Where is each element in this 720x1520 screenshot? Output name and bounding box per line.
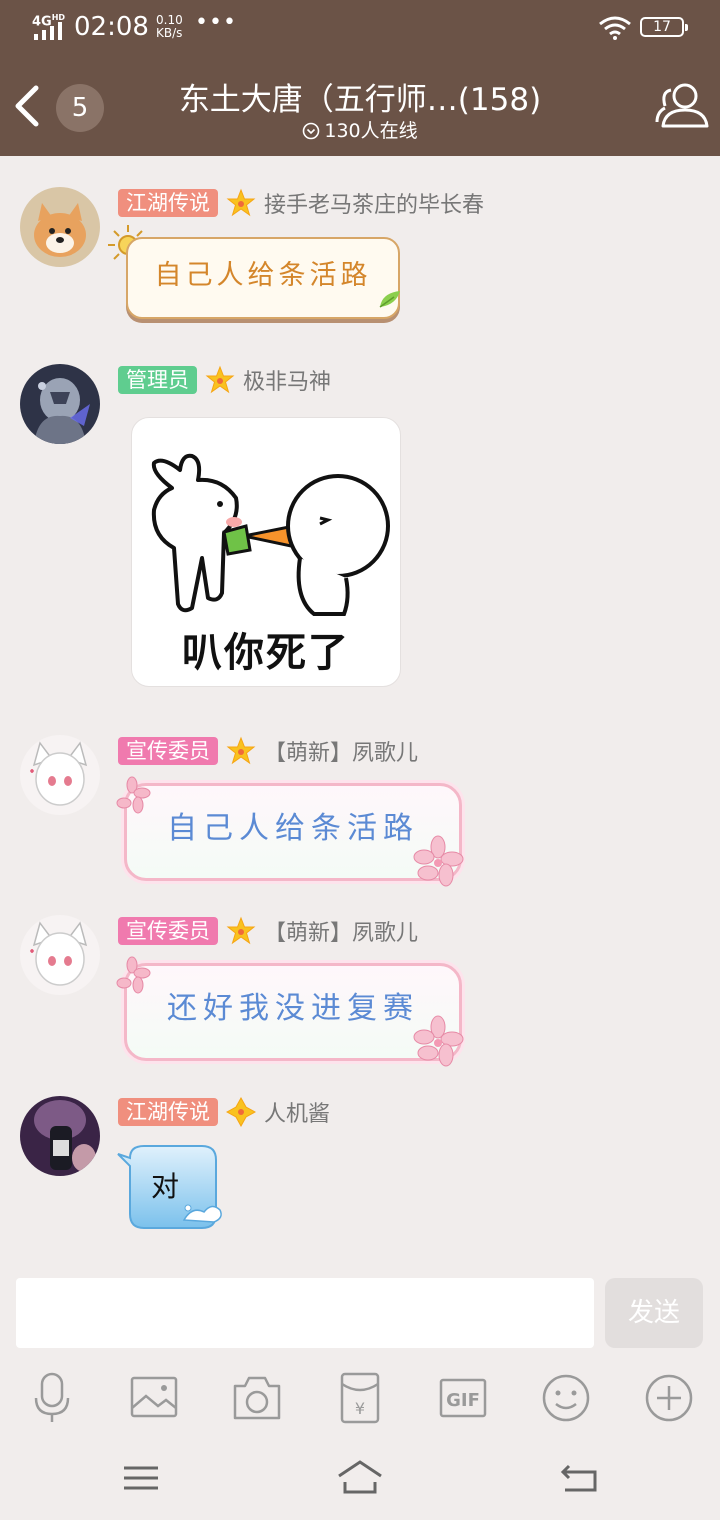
anime-catgirl-avatar <box>20 735 100 815</box>
message-meta: 宣传委员 【萌新】夙歌儿 <box>118 735 418 767</box>
unread-count-badge[interactable]: 5 <box>56 84 104 132</box>
message-text: 对 <box>150 1170 179 1203</box>
avatar[interactable] <box>20 1096 100 1176</box>
avatar[interactable] <box>20 915 100 995</box>
leaf-decoration-icon <box>379 291 400 308</box>
sender-name[interactable]: 【萌新】夙歌儿 <box>264 735 418 767</box>
camera-icon[interactable] <box>229 1370 285 1426</box>
message-input[interactable] <box>16 1278 594 1348</box>
menu-icon[interactable] <box>116 1456 166 1500</box>
member-title-badge: 江湖传说 <box>118 1098 218 1126</box>
message-meta: 江湖传说 接手老马茶庄的毕长春 <box>118 187 484 219</box>
avatar[interactable] <box>20 735 100 815</box>
member-title-badge: 宣传委员 <box>118 917 218 945</box>
more-notifications: ••• <box>195 10 237 35</box>
cherry-blossom-icon <box>116 956 151 994</box>
star-rank-icon <box>205 365 235 394</box>
message-bubble[interactable]: 还好我没进复赛 <box>112 955 464 1067</box>
chat-message: 管理员 极非马神 叭你死了 <box>0 364 720 694</box>
wifi-icon <box>599 16 631 40</box>
microphone-icon[interactable] <box>24 1370 80 1426</box>
svg-text:GIF: GIF <box>446 1390 480 1411</box>
network-speed: 0.10 KB/s <box>156 13 183 40</box>
svg-text:¥: ¥ <box>355 1399 365 1418</box>
back-arrow-icon[interactable] <box>10 82 50 130</box>
diamond-rank-icon <box>226 1097 256 1127</box>
avatar[interactable] <box>20 187 100 267</box>
chat-message: 宣传委员 【萌新】夙歌儿 还好我没进复赛 <box>0 915 720 1067</box>
home-icon[interactable] <box>335 1456 385 1500</box>
plus-icon[interactable] <box>641 1370 697 1426</box>
chat-message: 宣传委员 【萌新】夙歌儿 自己人给条活路 <box>0 735 720 887</box>
member-title-badge: 管理员 <box>118 366 197 394</box>
red-packet-icon[interactable]: ¥ <box>332 1370 388 1426</box>
signal-icon <box>34 22 62 40</box>
chat-message: 江湖传说 接手老马茶庄的毕长春 自己人给条活路 <box>0 187 720 327</box>
group-title[interactable]: 东土大唐（五行师…(158) <box>150 74 570 119</box>
message-bubble[interactable]: 自己人给条活路 <box>108 225 400 319</box>
chevron-down-circle-icon <box>303 122 320 140</box>
group-members-icon[interactable] <box>655 80 711 132</box>
back-icon[interactable] <box>555 1456 605 1500</box>
message-meta: 管理员 极非马神 <box>118 364 331 396</box>
message-meta: 江湖传说 人机酱 <box>118 1096 330 1128</box>
battery-indicator: 17 <box>640 17 688 37</box>
cherry-blossom-icon <box>116 776 151 814</box>
armored-warrior-avatar <box>20 364 100 444</box>
shiba-dog-avatar <box>20 187 100 267</box>
sender-name[interactable]: 极非马神 <box>243 364 331 396</box>
star-rank-icon <box>226 916 256 945</box>
message-bubble[interactable]: 对 <box>114 1144 224 1234</box>
message-meta: 宣传委员 【萌新】夙歌儿 <box>118 915 418 947</box>
image-icon[interactable] <box>126 1370 182 1426</box>
emoji-icon[interactable] <box>538 1370 594 1426</box>
member-title-badge: 宣传委员 <box>118 737 218 765</box>
sticker-image[interactable]: 叭你死了 <box>131 417 401 687</box>
member-title-badge: 江湖传说 <box>118 189 218 217</box>
cherry-blossom-icon <box>413 1015 464 1067</box>
anime-catgirl-avatar <box>20 915 100 995</box>
send-button[interactable]: 发送 <box>605 1278 703 1348</box>
sticker-caption: 叭你死了 <box>182 630 350 676</box>
star-rank-icon <box>226 736 256 765</box>
chat-message: 江湖传说 人机酱 对 <box>0 1096 720 1236</box>
message-text: 自己人给条活路 <box>154 260 372 291</box>
message-bubble[interactable]: 自己人给条活路 <box>112 775 464 887</box>
star-rank-icon <box>226 188 256 217</box>
sender-name[interactable]: 接手老马茶庄的毕长春 <box>264 187 484 219</box>
online-count[interactable]: 130人在线 <box>260 116 460 143</box>
chat-header: 5 东土大唐（五行师…(158) 130人在线 <box>0 56 720 156</box>
avatar[interactable] <box>20 364 100 444</box>
gif-icon[interactable]: GIF <box>435 1370 491 1426</box>
sender-name[interactable]: 人机酱 <box>264 1096 330 1128</box>
bunny-carrot-sticker <box>151 453 390 616</box>
cherry-blossom-icon <box>413 835 464 887</box>
sender-name[interactable]: 【萌新】夙歌儿 <box>264 915 418 947</box>
status-bar: 4GHD 02:08 0.10 KB/s ••• 17 <box>0 0 720 56</box>
bottle-avatar <box>20 1096 100 1176</box>
clock: 02:08 <box>74 12 149 42</box>
